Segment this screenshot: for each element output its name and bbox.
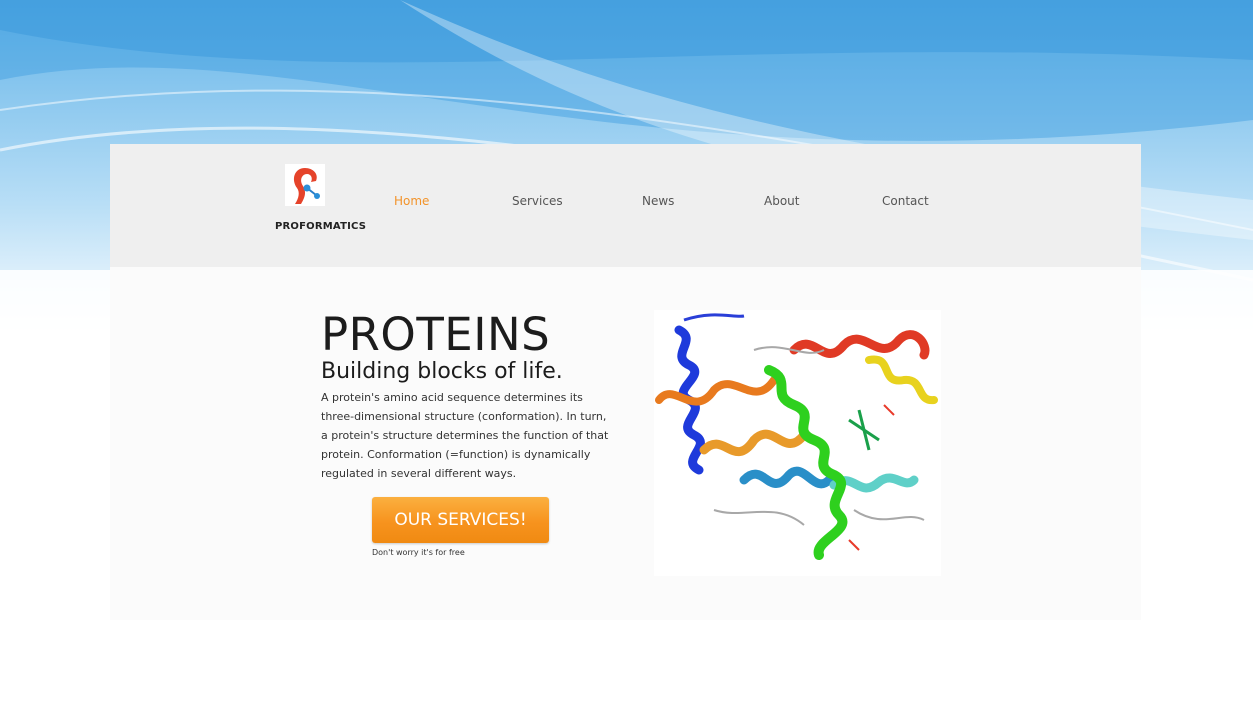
nav-services[interactable]: Services	[512, 194, 563, 208]
hero-title: PROTEINS	[321, 308, 551, 361]
hero-subtitle: Building blocks of life.	[321, 359, 563, 384]
our-services-button[interactable]: OUR SERVICES!	[372, 497, 549, 543]
cta-note: Don't worry it's for free	[372, 548, 465, 557]
nav-news[interactable]: News	[642, 194, 674, 208]
hero-description: A protein's amino acid sequence determin…	[321, 391, 609, 480]
protein-logo-icon	[285, 164, 325, 206]
website-preview: PROFORMATICS Home Services News About Co…	[110, 144, 1141, 620]
brand-name: PROFORMATICS	[275, 221, 367, 232]
nav-contact[interactable]: Contact	[882, 194, 929, 208]
nav-home[interactable]: Home	[394, 194, 429, 208]
brand-logo[interactable]: PROFORMATICS	[275, 162, 367, 238]
protein-structure-image	[654, 310, 941, 576]
nav-about[interactable]: About	[764, 194, 799, 208]
site-header: PROFORMATICS Home Services News About Co…	[110, 144, 1141, 267]
